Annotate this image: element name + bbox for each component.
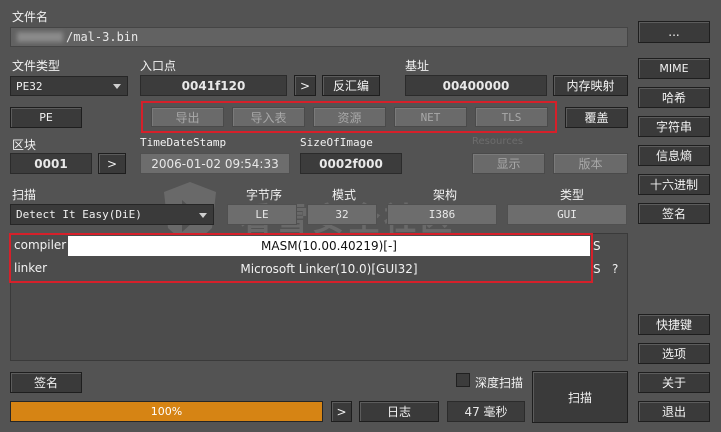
progress-next-button[interactable]: > (331, 401, 352, 422)
file-path-blur (17, 32, 63, 42)
tab-export-button[interactable]: 导出 (151, 107, 224, 127)
pe-button[interactable]: PE (10, 107, 82, 128)
timestamp-label: TimeDateStamp (140, 136, 227, 149)
entropy-button[interactable]: 信息熵 (638, 145, 710, 166)
result-info-button[interactable]: ? (612, 262, 618, 276)
file-path-field[interactable]: /mal-3.bin (10, 27, 628, 47)
tab-import-button[interactable]: 导入表 (232, 107, 305, 127)
timestamp-field[interactable]: 2006-01-02 09:54:33 (140, 153, 290, 174)
file-type-select[interactable]: PE32 (10, 76, 128, 96)
hex-button[interactable]: 十六进制 (638, 174, 710, 195)
scan-engine-select[interactable]: Detect It Easy(DiE) (10, 204, 214, 225)
signatures-button[interactable]: 签名 (638, 203, 710, 224)
type-label: 类型 (560, 188, 585, 202)
about-button[interactable]: 关于 (638, 372, 710, 393)
scan-engine-value: Detect It Easy(DiE) (16, 208, 142, 221)
arch-label: 架构 (433, 188, 458, 202)
scan-button[interactable]: 扫描 (532, 371, 628, 423)
log-button[interactable]: 日志 (359, 401, 439, 422)
entry-point-field[interactable]: 0041f120 (140, 75, 287, 96)
base-field[interactable]: 00400000 (405, 75, 547, 96)
arch-field: I386 (387, 204, 497, 225)
file-label: 文件名 (12, 10, 49, 24)
mime-button[interactable]: MIME (638, 58, 710, 79)
size-of-image-field[interactable]: 0002f000 (300, 153, 402, 174)
result-flag-s[interactable]: S (593, 239, 601, 253)
memory-map-button[interactable]: 内存映射 (553, 75, 628, 96)
resources-show-button[interactable]: 显示 (472, 153, 545, 174)
mode-field: 32 (307, 204, 377, 225)
endianness-label: 字节序 (246, 188, 283, 202)
tab-tls-button[interactable]: TLS (475, 107, 548, 127)
base-label: 基址 (405, 59, 430, 73)
scan-label: 扫描 (12, 188, 37, 202)
disassemble-button[interactable]: 反汇编 (322, 75, 380, 96)
chevron-down-icon (113, 84, 121, 89)
resources-version-button[interactable]: 版本 (553, 153, 628, 174)
progress-bar: 100% (10, 401, 323, 422)
file-type-value: PE32 (16, 79, 43, 93)
deep-scan-checkbox[interactable] (456, 373, 470, 387)
shortcuts-button[interactable]: 快捷键 (638, 314, 710, 335)
tab-net-button[interactable]: NET (394, 107, 467, 127)
entry-point-label: 入口点 (140, 59, 177, 73)
result-flag-s[interactable]: S (593, 262, 601, 276)
deep-scan-label: 深度扫描 (475, 376, 524, 390)
strings-button[interactable]: 字符串 (638, 116, 710, 137)
exit-button[interactable]: 退出 (638, 401, 710, 422)
results-highlight-box (9, 233, 593, 283)
hash-button[interactable]: 哈希 (638, 87, 710, 108)
chevron-down-icon (199, 212, 207, 218)
file-path-value: /mal-3.bin (66, 30, 139, 44)
section-field[interactable]: 0001 (10, 153, 92, 174)
section-next-button[interactable]: > (98, 153, 126, 174)
size-of-image-label: SizeOfImage (300, 136, 373, 149)
file-type-label: 文件类型 (12, 59, 61, 73)
resources-label: Resources (472, 136, 524, 147)
entry-point-next-button[interactable]: > (294, 75, 316, 96)
signature-button[interactable]: 签名 (10, 372, 82, 393)
options-button[interactable]: 选项 (638, 343, 710, 364)
tab-resources-button[interactable]: 资源 (313, 107, 386, 127)
endianness-field: LE (227, 204, 297, 225)
progress-text: 100% (150, 405, 183, 418)
overlay-button[interactable]: 覆盖 (565, 107, 628, 128)
browse-button[interactable]: ... (638, 21, 710, 43)
section-label: 区块 (12, 138, 37, 152)
elapsed-time-field: 47 毫秒 (447, 401, 525, 422)
type-field: GUI (507, 204, 627, 225)
mode-label: 模式 (332, 188, 357, 202)
